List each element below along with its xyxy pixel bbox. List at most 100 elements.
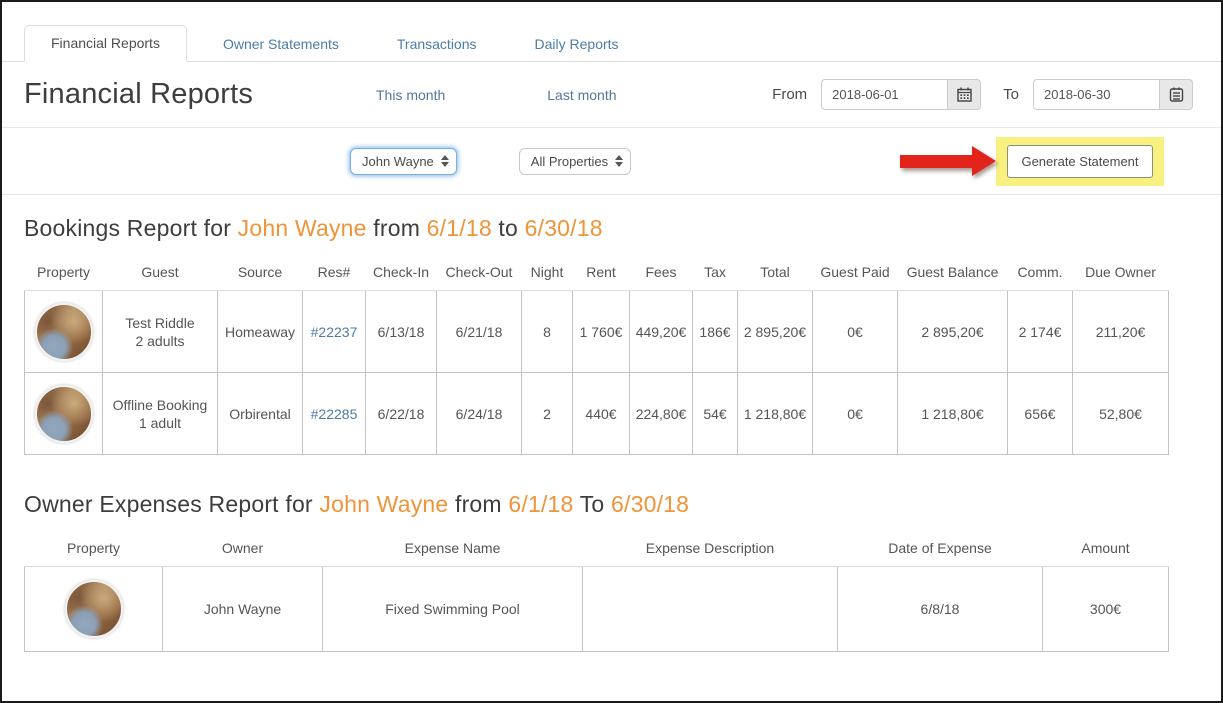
rent-cell: 1 760€	[573, 291, 630, 373]
tab-owner-statements[interactable]: Owner Statements	[201, 27, 361, 61]
column-header: Night	[522, 256, 573, 291]
heading-to-word: To	[580, 491, 605, 517]
red-arrow-right-icon	[900, 146, 996, 176]
heading-from-word: from	[455, 491, 502, 517]
expenses-report-heading: Owner Expenses Report for John Wayne fro…	[24, 491, 1221, 518]
comm-cell: 2 174€	[1008, 291, 1073, 373]
source-cell: Orbirental	[218, 373, 303, 455]
amount-cell: 300€	[1043, 567, 1169, 652]
fees-cell: 224,80€	[630, 373, 693, 455]
heading-from-word: from	[373, 215, 420, 241]
night-cell: 8	[522, 291, 573, 373]
property-select-value: All Properties	[531, 154, 608, 169]
guest-paid-cell: 0€	[813, 291, 898, 373]
date-of-expense-cell: 6/8/18	[838, 567, 1043, 652]
column-header: Due Owner	[1073, 256, 1169, 291]
column-header: Total	[738, 256, 813, 291]
up-down-arrows-icon	[615, 155, 623, 167]
table-row: Offline Booking 1 adult Orbirental #2228…	[25, 373, 1169, 455]
bookings-table: Property Guest Source Res# Check-In Chec…	[24, 256, 1169, 455]
guest-detail: 1 adult	[107, 415, 213, 431]
from-calendar-button[interactable]	[948, 79, 981, 110]
property-avatar[interactable]	[35, 385, 93, 443]
property-cell	[25, 373, 103, 455]
calendar-lines-icon	[1169, 87, 1184, 102]
column-header: Property	[25, 256, 103, 291]
column-header: Property	[25, 532, 163, 567]
column-header: Amount	[1043, 532, 1169, 567]
column-header: Comm.	[1008, 256, 1073, 291]
column-header: Expense Name	[323, 532, 583, 567]
to-label: To	[1003, 86, 1019, 103]
reservation-link[interactable]: #22237	[311, 324, 358, 340]
tab-bar: Financial Reports Owner Statements Trans…	[2, 25, 1221, 62]
property-cell	[25, 567, 163, 652]
heading-end-date: 6/30/18	[611, 491, 689, 517]
heading-prefix: Owner Expenses Report for	[24, 491, 313, 517]
to-date-input[interactable]	[1033, 79, 1160, 110]
total-cell: 1 218,80€	[738, 373, 813, 455]
checkin-cell: 6/13/18	[366, 291, 437, 373]
this-month-link[interactable]: This month	[376, 87, 445, 103]
due-owner-cell: 211,20€	[1073, 291, 1169, 373]
guest-paid-cell: 0€	[813, 373, 898, 455]
heading-owner: John Wayne	[238, 215, 367, 241]
heading-prefix: Bookings Report for	[24, 215, 231, 241]
guest-cell: Test Riddle 2 adults	[103, 291, 218, 373]
heading-to-word: to	[498, 215, 518, 241]
column-header: Res#	[303, 256, 366, 291]
date-range-controls: From To	[772, 79, 1193, 110]
column-header: Check-Out	[437, 256, 522, 291]
guest-balance-cell: 2 895,20€	[898, 291, 1008, 373]
tab-financial-reports[interactable]: Financial Reports	[24, 25, 187, 62]
table-row: Test Riddle 2 adults Homeaway #22237 6/1…	[25, 291, 1169, 373]
to-calendar-button[interactable]	[1160, 79, 1193, 110]
due-owner-cell: 52,80€	[1073, 373, 1169, 455]
owner-select[interactable]: John Wayne	[350, 148, 457, 175]
property-select[interactable]: All Properties	[519, 148, 631, 175]
reservation-link[interactable]: #22285	[311, 406, 358, 422]
bookings-report-heading: Bookings Report for John Wayne from 6/1/…	[24, 215, 1221, 242]
guest-detail: 2 adults	[107, 333, 213, 349]
tab-daily-reports[interactable]: Daily Reports	[513, 27, 641, 61]
last-month-link[interactable]: Last month	[547, 87, 616, 103]
checkout-cell: 6/21/18	[437, 291, 522, 373]
expenses-table: Property Owner Expense Name Expense Desc…	[24, 532, 1169, 652]
expense-description-cell	[583, 567, 838, 652]
tax-cell: 54€	[693, 373, 738, 455]
rent-cell: 440€	[573, 373, 630, 455]
up-down-arrows-icon	[441, 155, 449, 167]
from-label: From	[772, 86, 807, 103]
tax-cell: 186€	[693, 291, 738, 373]
column-header: Check-In	[366, 256, 437, 291]
from-date-input[interactable]	[821, 79, 948, 110]
heading-end-date: 6/30/18	[525, 215, 603, 241]
guest-cell: Offline Booking 1 adult	[103, 373, 218, 455]
tab-transactions[interactable]: Transactions	[375, 27, 499, 61]
property-avatar[interactable]	[35, 303, 93, 361]
guest-name: Offline Booking	[107, 397, 213, 413]
column-header: Owner	[163, 532, 323, 567]
checkin-cell: 6/22/18	[366, 373, 437, 455]
fees-cell: 449,20€	[630, 291, 693, 373]
generate-statement-button[interactable]: Generate Statement	[1007, 145, 1152, 178]
source-cell: Homeaway	[218, 291, 303, 373]
table-row: John Wayne Fixed Swimming Pool 6/8/18 30…	[25, 567, 1169, 652]
total-cell: 2 895,20€	[738, 291, 813, 373]
property-cell	[25, 291, 103, 373]
column-header: Fees	[630, 256, 693, 291]
app-window: Financial Reports Owner Statements Trans…	[0, 0, 1223, 703]
column-header: Tax	[693, 256, 738, 291]
column-header: Date of Expense	[838, 532, 1043, 567]
res-cell: #22285	[303, 373, 366, 455]
checkout-cell: 6/24/18	[437, 373, 522, 455]
column-header: Guest	[103, 256, 218, 291]
property-avatar[interactable]	[65, 580, 123, 638]
calendar-grid-icon	[957, 87, 972, 102]
heading-start-date: 6/1/18	[427, 215, 492, 241]
heading-start-date: 6/1/18	[508, 491, 573, 517]
guest-name: Test Riddle	[107, 315, 213, 331]
column-header: Guest Balance	[898, 256, 1008, 291]
guest-balance-cell: 1 218,80€	[898, 373, 1008, 455]
comm-cell: 656€	[1008, 373, 1073, 455]
